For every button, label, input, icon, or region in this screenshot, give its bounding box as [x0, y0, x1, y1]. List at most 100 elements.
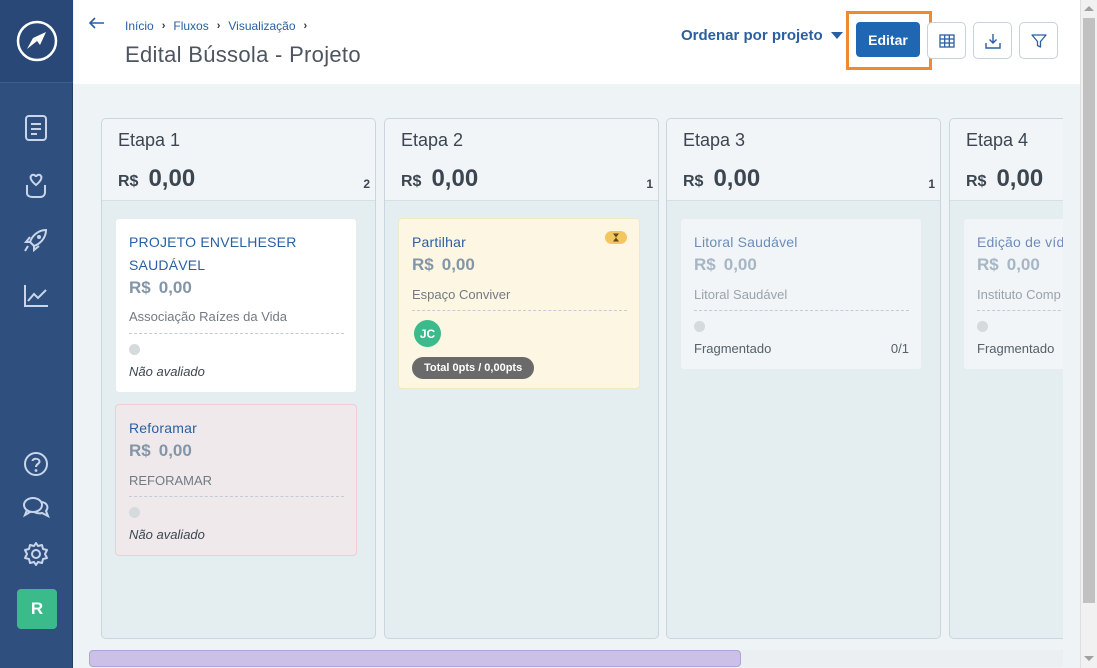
horizontal-scrollbar-thumb[interactable] [89, 650, 741, 667]
scroll-down-icon[interactable] [1084, 656, 1094, 661]
column-total: R$ 0,00 [683, 165, 760, 193]
card-amount: 0,00 [723, 255, 757, 274]
vertical-scrollbar[interactable] [1080, 0, 1097, 668]
chart-line-icon[interactable] [20, 280, 52, 312]
card-title[interactable]: Litoral Saudável [694, 231, 904, 254]
page-header: Início › Fluxos › Visualização › Edital … [74, 0, 1080, 84]
document-icon[interactable] [20, 112, 52, 144]
column-total: R$ 0,00 [966, 165, 1043, 193]
hand-heart-icon[interactable] [20, 169, 52, 201]
card-currency: R$ [694, 255, 716, 274]
column-title: Etapa 4 [966, 130, 1029, 150]
column-etapa-1: Etapa 1 R$ 0,00 2 PROJETO ENVELHESER SAU… [101, 118, 376, 639]
chat-icon[interactable] [20, 492, 52, 524]
card-organization: Espaço Conviver [412, 287, 511, 302]
table-view-button[interactable] [927, 22, 966, 59]
column-amount: 0,00 [996, 165, 1044, 192]
download-button[interactable] [973, 22, 1012, 59]
sidebar: R [0, 0, 73, 668]
column-total: R$ 0,00 [118, 165, 195, 193]
breadcrumb-visualizacao[interactable]: Visualização [228, 19, 295, 33]
breadcrumb-fluxos[interactable]: Fluxos [173, 19, 208, 33]
card-currency: R$ [129, 278, 151, 297]
breadcrumb-separator-icon: › [216, 20, 221, 32]
page-title: Edital Bússola - Projeto [125, 42, 361, 67]
card-status: Fragmentado [977, 341, 1055, 356]
column-currency: R$ [683, 173, 704, 190]
column-currency: R$ [966, 173, 987, 190]
rocket-icon[interactable] [20, 224, 52, 256]
card-progress: 0/1 [890, 341, 909, 356]
project-card[interactable]: Edição de víd R$ 0,00 Instituto Comp Fra… [963, 218, 1063, 370]
hourglass-icon [605, 231, 627, 244]
filter-icon [1030, 33, 1047, 48]
column-title: Etapa 3 [683, 130, 746, 150]
card-divider [129, 496, 344, 497]
project-card[interactable]: Litoral Saudável R$ 0,00 Litoral Saudáve… [680, 218, 922, 370]
breadcrumb-separator-icon: › [303, 20, 308, 32]
project-card[interactable]: Reforamar R$ 0,00 REFORAMAR Não avaliado [115, 404, 357, 556]
horizontal-scrollbar[interactable] [89, 650, 1063, 667]
vertical-scrollbar-thumb[interactable] [1083, 18, 1095, 603]
column-etapa-2: Etapa 2 R$ 0,00 1 Partilhar R$ 0,00 Espa… [384, 118, 659, 639]
kanban-board: Etapa 1 R$ 0,00 2 PROJETO ENVELHESER SAU… [74, 84, 1063, 650]
card-amount: 0,00 [1006, 255, 1040, 274]
card-title[interactable]: Reforamar [129, 417, 339, 440]
card-divider [129, 333, 344, 334]
status-dot-icon [129, 507, 140, 518]
score-badge: Total 0pts / 0,00pts [412, 357, 535, 379]
edit-button[interactable]: Editar [856, 22, 920, 57]
card-value: R$ 0,00 [977, 255, 1040, 275]
help-icon[interactable] [20, 448, 52, 480]
card-value: R$ 0,00 [129, 278, 192, 298]
card-value: R$ 0,00 [412, 255, 475, 275]
column-amount: 0,00 [713, 165, 761, 192]
column-title: Etapa 2 [401, 130, 464, 150]
column-header: Etapa 4 R$ 0,00 [950, 119, 1063, 201]
column-currency: R$ [118, 173, 139, 190]
column-count: 2 [363, 177, 370, 191]
card-organization: Instituto Comp [977, 287, 1061, 302]
breadcrumb: Início › Fluxos › Visualização › [125, 19, 315, 33]
status-dot-icon [694, 321, 705, 332]
filter-button[interactable] [1019, 22, 1058, 59]
project-card[interactable]: PROJETO ENVELHESER SAUDÁVEL R$ 0,00 Asso… [115, 218, 357, 393]
back-arrow-icon[interactable] [88, 14, 106, 32]
status-dot-icon [129, 344, 140, 355]
sort-label: Ordenar por projeto [681, 27, 823, 44]
card-title[interactable]: Partilhar [412, 231, 622, 254]
caret-down-icon [830, 31, 843, 39]
scroll-up-icon[interactable] [1084, 6, 1094, 11]
card-currency: R$ [412, 255, 434, 274]
download-icon [984, 33, 1001, 49]
sort-dropdown[interactable]: Ordenar por projeto [681, 27, 843, 44]
status-dot-icon [977, 321, 988, 332]
card-currency: R$ [129, 441, 151, 460]
project-card[interactable]: Partilhar R$ 0,00 Espaço Conviver JC Tot… [398, 218, 640, 389]
card-value: R$ 0,00 [694, 255, 757, 275]
user-avatar[interactable]: R [17, 589, 57, 629]
card-amount: 0,00 [441, 255, 475, 274]
breadcrumb-inicio[interactable]: Início [125, 19, 154, 33]
column-total: R$ 0,00 [401, 165, 478, 193]
column-count: 1 [646, 177, 653, 191]
evaluator-avatar[interactable]: JC [414, 320, 441, 347]
column-header: Etapa 1 R$ 0,00 2 [102, 119, 375, 201]
column-title: Etapa 1 [118, 130, 181, 150]
column-etapa-4: Etapa 4 R$ 0,00 Edição de víd R$ 0,00 In… [949, 118, 1063, 639]
card-status: Não avaliado [129, 364, 205, 379]
card-organization: Litoral Saudável [694, 287, 788, 302]
card-status: Não avaliado [129, 527, 205, 542]
card-title[interactable]: Edição de víd [977, 231, 1063, 254]
column-amount: 0,00 [431, 165, 479, 192]
card-value: R$ 0,00 [129, 441, 192, 461]
settings-icon[interactable] [20, 538, 52, 570]
logo-area[interactable] [0, 0, 73, 83]
column-count: 1 [928, 177, 935, 191]
card-divider [412, 310, 627, 311]
breadcrumb-separator-icon: › [161, 20, 166, 32]
card-amount: 0,00 [158, 278, 192, 297]
card-title[interactable]: PROJETO ENVELHESER SAUDÁVEL [129, 231, 339, 277]
card-organization: REFORAMAR [129, 473, 213, 488]
table-icon [938, 33, 955, 48]
